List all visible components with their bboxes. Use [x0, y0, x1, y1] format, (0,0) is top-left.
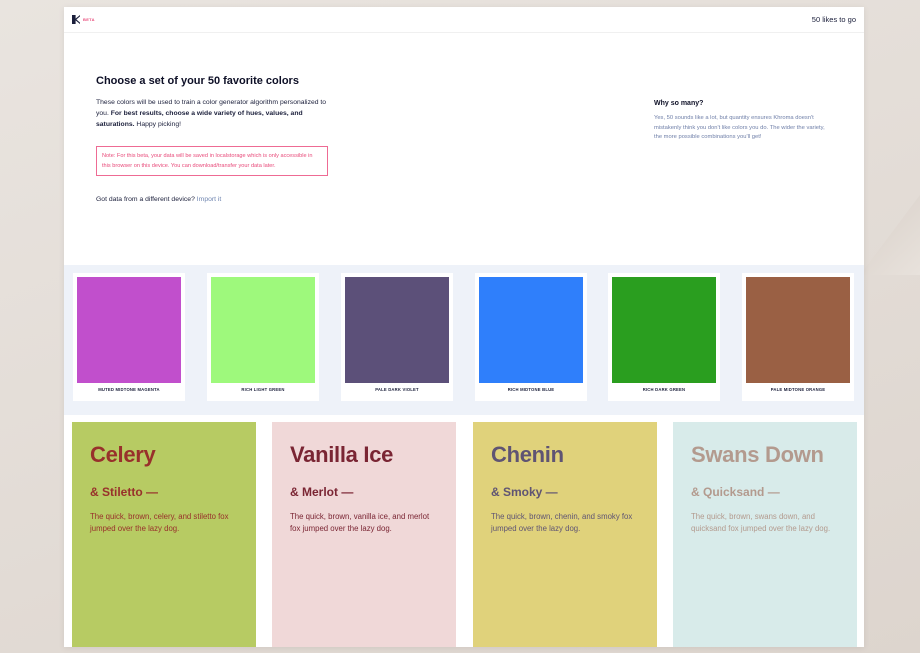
swatch-label: RICH LIGHT GREEN	[241, 387, 285, 392]
swatch-color	[211, 277, 315, 383]
color-pair-card-3[interactable]: Chenin & Smoky — The quick, brown, cheni…	[473, 422, 657, 647]
page-title: Choose a set of your 50 favorite colors	[96, 75, 299, 87]
swatch-color	[345, 277, 449, 383]
card-text: The quick, brown, swans down, and quicks…	[691, 512, 831, 533]
card-subtitle: & Merlot —	[290, 485, 354, 499]
card-title: Chenin	[491, 442, 564, 467]
top-bar: BETA 50 likes to go	[64, 7, 864, 33]
import-row: Got data from a different device? Import…	[96, 196, 336, 203]
color-swatch-1[interactable]: MUTED MIDTONE MAGENTA	[73, 273, 185, 401]
color-swatch-3[interactable]: PALE DARK VIOLET	[341, 273, 453, 401]
import-link[interactable]: Import it	[197, 196, 222, 203]
background-facet	[860, 195, 920, 275]
khroma-logo[interactable]: BETA	[72, 15, 95, 24]
color-pair-card-1[interactable]: Celery & Stiletto — The quick, brown, ce…	[72, 422, 256, 647]
swatch-label: RICH DARK GREEN	[642, 387, 686, 392]
likes-to-go-counter: 50 likes to go	[811, 15, 856, 24]
card-subtitle: & Smoky —	[491, 485, 558, 499]
swatch-label: PALE MIDTONE ORANGE	[770, 387, 826, 392]
color-swatch-6[interactable]: PALE MIDTONE ORANGE	[742, 273, 854, 401]
card-subtitle: & Quicksand —	[691, 485, 780, 499]
why-text: Yes, 50 sounds like a lot, but quantity …	[654, 115, 825, 140]
k-logo-icon	[72, 15, 80, 24]
swatch-color	[77, 277, 181, 383]
app-window: BETA 50 likes to go Choose a set of your…	[64, 7, 864, 647]
color-pair-card-4[interactable]: Swans Down & Quicksand — The quick, brow…	[673, 422, 857, 647]
card-subtitle: & Stiletto —	[90, 485, 158, 499]
why-section: Why so many? Yes, 50 sounds like a lot, …	[654, 100, 834, 143]
card-text: The quick, brown, vanilla ice, and merlo…	[290, 512, 430, 533]
color-pair-card-2[interactable]: Vanilla Ice & Merlot — The quick, brown,…	[272, 422, 456, 647]
import-prompt: Got data from a different device?	[96, 196, 195, 203]
swatch-color	[746, 277, 850, 383]
swatch-label: RICH MIDTONE BLUE	[507, 387, 555, 392]
card-title: Celery	[90, 442, 156, 467]
swatch-band: MUTED MIDTONE MAGENTA RICH LIGHT GREEN P…	[64, 265, 864, 415]
card-text: The quick, brown, chenin, and smoky fox …	[491, 512, 633, 533]
color-swatch-4[interactable]: RICH MIDTONE BLUE	[475, 273, 587, 401]
color-swatch-5[interactable]: RICH DARK GREEN	[608, 273, 720, 401]
card-text: The quick, brown, celery, and stiletto f…	[90, 512, 229, 533]
swatch-color	[479, 277, 583, 383]
why-title: Why so many?	[654, 100, 704, 107]
card-title: Swans Down	[691, 442, 824, 467]
swatch-label: PALE DARK VIOLET	[375, 387, 419, 392]
intro-left: Choose a set of your 50 favorite colors …	[96, 75, 336, 203]
swatch-color	[612, 277, 716, 383]
swatch-label: MUTED MIDTONE MAGENTA	[98, 387, 160, 392]
intro-text-bold: For best results, choose a wide variety …	[96, 110, 303, 128]
localstorage-note: Note: For this beta, your data will be s…	[96, 146, 328, 176]
intro-text-part-2: Happy picking!	[134, 121, 182, 128]
card-title: Vanilla Ice	[290, 442, 394, 467]
intro-section: Choose a set of your 50 favorite colors …	[64, 33, 864, 265]
intro-description: These colors will be used to train a col…	[96, 97, 336, 130]
beta-badge: BETA	[83, 17, 95, 22]
color-swatch-2[interactable]: RICH LIGHT GREEN	[207, 273, 319, 401]
